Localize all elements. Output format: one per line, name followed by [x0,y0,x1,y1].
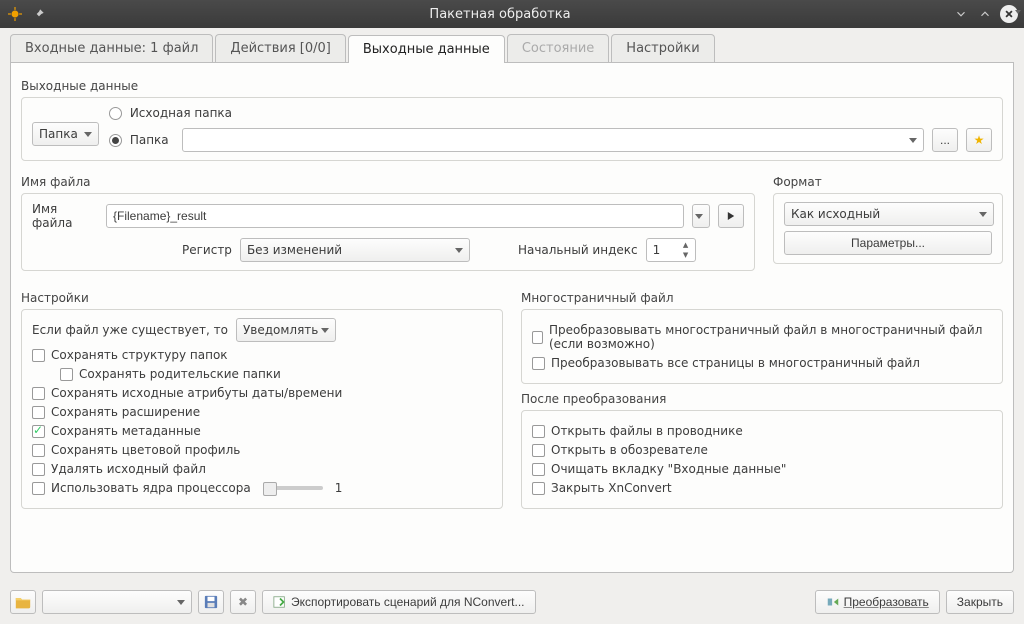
settings-section-label: Настройки [21,291,503,305]
filename-field-label: Имя файла [32,202,98,230]
tab-output[interactable]: Выходные данные [348,35,505,63]
keep-date-attrs-checkbox[interactable] [32,387,45,400]
radio-source-folder[interactable] [109,107,122,120]
output-panel: Выходные данные Папка Исходная папка Пап… [10,63,1014,573]
convert-button[interactable]: Преобразовать [815,590,940,614]
radio-folder-label: Папка [130,133,174,147]
script-combo[interactable] [42,590,192,614]
close-icon[interactable] [1000,5,1018,23]
keep-extension-checkbox[interactable] [32,406,45,419]
start-index-label: Начальный индекс [518,243,638,257]
delete-source-checkbox[interactable] [32,463,45,476]
window-title: Пакетная обработка [48,7,952,22]
save-script-button[interactable] [198,590,224,614]
delete-script-button[interactable]: ✖ [230,590,256,614]
format-combo[interactable]: Как исходный [784,202,994,226]
maximize-icon[interactable] [976,5,994,23]
titlebar: Пакетная обработка [0,0,1024,28]
tab-status[interactable]: Состояние [507,34,609,62]
multipage-all-pages-checkbox[interactable] [532,357,545,370]
filename-section-label: Имя файла [21,175,755,189]
minimize-icon[interactable] [952,5,970,23]
tab-input[interactable]: Входные данные: 1 файл [10,34,213,62]
filename-history-dropdown[interactable] [692,204,710,228]
cpu-cores-slider[interactable] [263,486,323,490]
close-app-checkbox[interactable] [532,482,545,495]
output-path-field[interactable] [182,128,924,152]
multipage-convert-checkbox[interactable] [532,331,543,344]
format-section-label: Формат [773,175,1003,189]
bottom-toolbar: ✖ Экспортировать сценарий для NConvert..… [10,590,1014,614]
browse-button[interactable]: ... [932,128,958,152]
keep-metadata-checkbox[interactable] [32,425,45,438]
open-browser-checkbox[interactable] [532,444,545,457]
filename-pattern-input[interactable] [106,204,684,228]
keep-parent-folders-checkbox[interactable] [60,368,73,381]
output-section-label: Выходные данные [21,79,1003,93]
keep-color-profile-checkbox[interactable] [32,444,45,457]
keep-folder-structure-checkbox[interactable] [32,349,45,362]
pin-icon[interactable] [30,5,48,23]
filename-play-button[interactable] [718,204,744,228]
export-nconvert-button[interactable]: Экспортировать сценарий для NConvert... [262,590,536,614]
file-exists-combo[interactable]: Уведомлять [236,318,336,342]
radio-source-folder-label: Исходная папка [130,106,232,120]
clear-input-tab-checkbox[interactable] [532,463,545,476]
case-label: Регистр [182,243,232,257]
tab-actions[interactable]: Действия [0/0] [215,34,345,62]
tab-settings[interactable]: Настройки [611,34,714,62]
open-explorer-checkbox[interactable] [532,425,545,438]
after-section-label: После преобразования [521,392,1003,406]
main-tabs: Входные данные: 1 файл Действия [0/0] Вы… [10,34,1014,63]
open-script-button[interactable] [10,590,36,614]
app-icon [6,5,24,23]
use-cpu-cores-checkbox[interactable] [32,482,45,495]
destination-type-combo[interactable]: Папка [32,122,99,146]
radio-folder[interactable] [109,134,122,147]
cpu-cores-value: 1 [335,481,343,495]
case-combo[interactable]: Без изменений [240,238,470,262]
file-exists-label: Если файл уже существует, то [32,323,228,337]
close-button[interactable]: Закрыть [946,590,1014,614]
format-params-button[interactable]: Параметры... [784,231,992,255]
multipage-section-label: Многостраничный файл [521,291,1003,305]
favorites-button[interactable]: ★ [966,128,992,152]
start-index-spinner[interactable]: 1▲▼ [646,238,696,262]
